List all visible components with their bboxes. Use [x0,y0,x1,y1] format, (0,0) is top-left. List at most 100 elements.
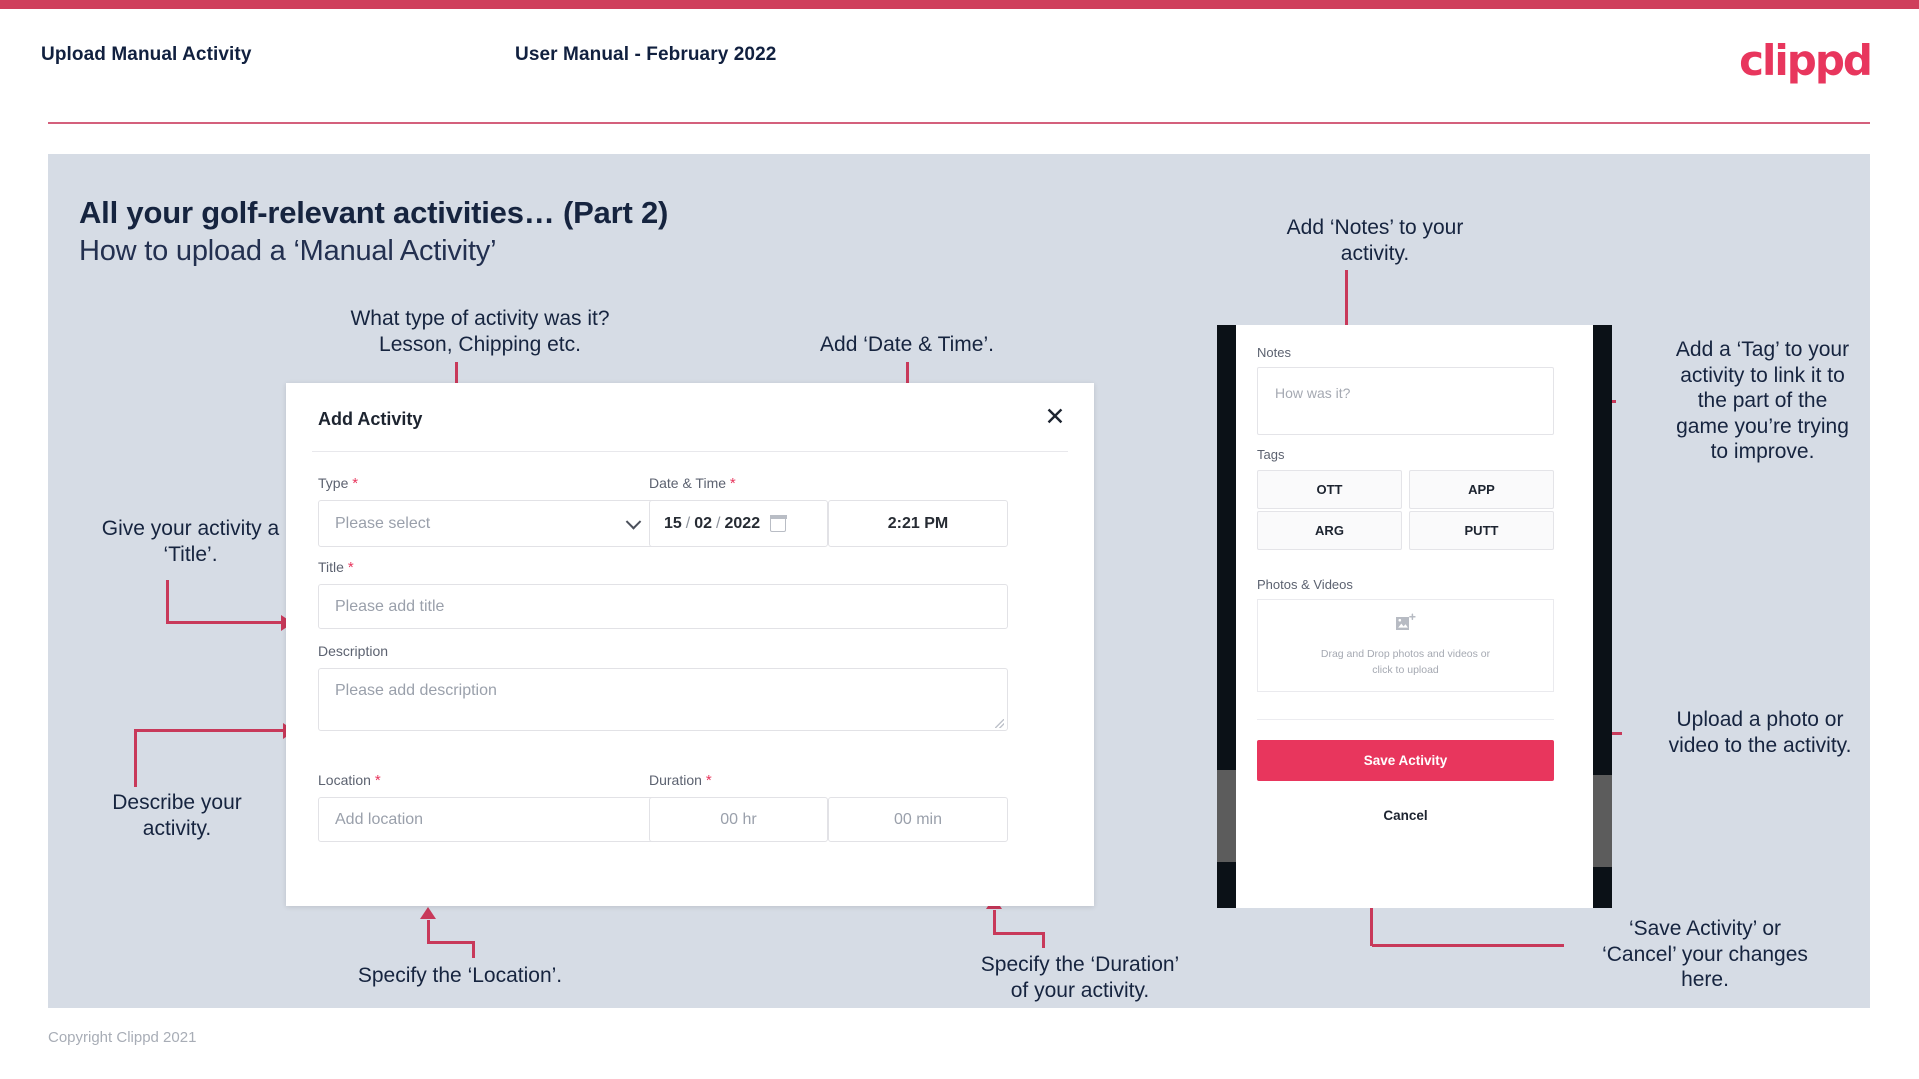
phone-screen: Notes How was it? Tags OTT APP ARG PUTT … [1236,325,1593,908]
arrowhead-location [420,907,436,919]
connector-desc-v [134,729,137,787]
phone-bezel-left [1217,325,1236,908]
duration-minutes-placeholder: 00 min [893,810,943,828]
annotation-description: Describe your activity. [112,791,242,840]
time-input[interactable]: 2:21 PM [828,500,1008,547]
connector-dur-v1 [993,910,996,934]
connector-dur-v2 [1042,932,1045,948]
footer-copyright: Copyright Clippd 2021 [48,1029,197,1046]
location-required-marker: * [374,772,381,789]
connector-loc-v1 [427,920,430,942]
annotation-photos: Upload a photo or video to the activity. [1668,708,1852,757]
calendar-icon[interactable] [769,514,787,532]
resize-grip-icon[interactable] [995,719,1004,728]
type-required-marker: * [352,475,359,492]
cancel-label: Cancel [1383,807,1428,823]
add-activity-dialog: Add Activity ✕ Type * Please select Date… [286,383,1094,906]
location-label: Location * [318,772,381,789]
notes-textarea[interactable] [1257,367,1554,435]
duration-label: Duration * [649,772,712,789]
tag-button-app[interactable]: APP [1409,470,1554,509]
date-day: 15 [664,514,682,532]
time-value: 2:21 PM [887,514,949,532]
connector-title-h [166,621,284,624]
title-label: Title * [318,559,354,576]
dropzone-text: Drag and Drop photos and videos or click… [1321,647,1490,677]
annotation-duration: Specify the ‘Duration’ of your activity. [980,953,1180,1002]
date-sep-2: / [716,514,721,532]
connector-save-h [1372,944,1564,947]
header-center-title: User Manual - February 2022 [515,44,777,65]
connector-title-v [166,580,169,624]
clippd-logo: clippd [1739,36,1873,85]
top-accent-strip [0,0,1919,9]
description-textarea[interactable]: Please add description [318,668,1008,731]
phone-bezel-right [1593,325,1612,908]
close-icon[interactable]: ✕ [1040,401,1070,431]
date-year: 2022 [724,514,761,532]
type-label: Type * [318,475,358,492]
duration-hours-input[interactable]: 00 hr [649,797,828,842]
annotation-datetime: Add ‘Date & Time’. [820,333,994,356]
title-label-text: Title [318,559,344,575]
title-input[interactable]: Please add title [318,584,1008,629]
description-label: Description [318,643,388,660]
header-divider [48,122,1870,124]
duration-label-text: Duration [649,772,702,788]
tag-label-ott: OTT [1316,482,1343,497]
page-title: All your golf-relevant activities… (Part… [79,195,669,230]
location-input[interactable]: Add location [318,797,656,842]
notes-placeholder: How was it? [1275,385,1351,401]
header-left-title: Upload Manual Activity [41,44,252,65]
connector-desc-h [134,729,286,732]
tags-label: Tags [1257,447,1285,462]
connector-notes-v1 [1345,270,1348,330]
save-activity-label: Save Activity [1363,753,1448,768]
description-label-text: Description [318,643,389,659]
location-placeholder: Add location [335,810,424,828]
photo-dropzone[interactable]: Drag and Drop photos and videos or click… [1257,599,1554,692]
dropzone-line-2: click to upload [1372,663,1439,676]
dialog-header-divider [312,451,1068,452]
type-label-text: Type [318,475,349,491]
phone-bezel-left-segment [1217,770,1236,862]
chevron-down-icon [625,513,642,530]
annotation-type: What type of activity was it? Lesson, Ch… [350,307,610,356]
title-placeholder: Please add title [335,597,445,615]
tag-button-ott[interactable]: OTT [1257,470,1402,509]
annotation-location: Specify the ‘Location’. [357,964,563,987]
cancel-button[interactable]: Cancel [1257,797,1554,833]
annotation-save-cancel: ‘Save Activity’ or ‘Cancel’ your changes… [1602,917,1808,992]
date-input[interactable]: 15 / 02 / 2022 [649,500,828,547]
date-month: 02 [694,514,713,532]
tag-button-arg[interactable]: ARG [1257,511,1402,550]
phone-mockup: Notes How was it? Tags OTT APP ARG PUTT … [1217,325,1612,908]
location-label-text: Location [318,772,371,788]
datetime-label: Date & Time * [649,475,736,492]
annotation-tags: Add a ‘Tag’ to your activity to link it … [1675,338,1850,464]
tag-label-app: APP [1468,482,1495,497]
connector-loc-v2 [472,941,475,958]
description-placeholder: Please add description [335,682,497,699]
duration-required-marker: * [705,772,712,789]
add-image-icon [1395,613,1417,638]
phone-action-divider [1257,719,1554,720]
page-subtitle: How to upload a ‘Manual Activity’ [79,235,497,267]
date-sep-1: / [685,514,691,532]
type-placeholder: Please select [335,514,431,532]
connector-dur-h [993,932,1045,935]
tag-button-putt[interactable]: PUTT [1409,511,1554,550]
connector-loc-h [427,941,475,944]
photos-label: Photos & Videos [1257,577,1353,592]
type-select[interactable]: Please select [318,500,656,547]
duration-minutes-input[interactable]: 00 min [828,797,1008,842]
datetime-required-marker: * [729,475,736,492]
title-required-marker: * [347,559,354,576]
phone-bezel-right-segment [1593,775,1612,867]
save-activity-button[interactable]: Save Activity [1257,740,1554,781]
annotation-notes: Add ‘Notes’ to your activity. [1286,216,1464,265]
tag-label-putt: PUTT [1464,523,1499,538]
notes-label: Notes [1257,345,1291,360]
dropzone-line-1: Drag and Drop photos and videos or [1320,648,1491,661]
datetime-label-text: Date & Time [649,475,727,491]
